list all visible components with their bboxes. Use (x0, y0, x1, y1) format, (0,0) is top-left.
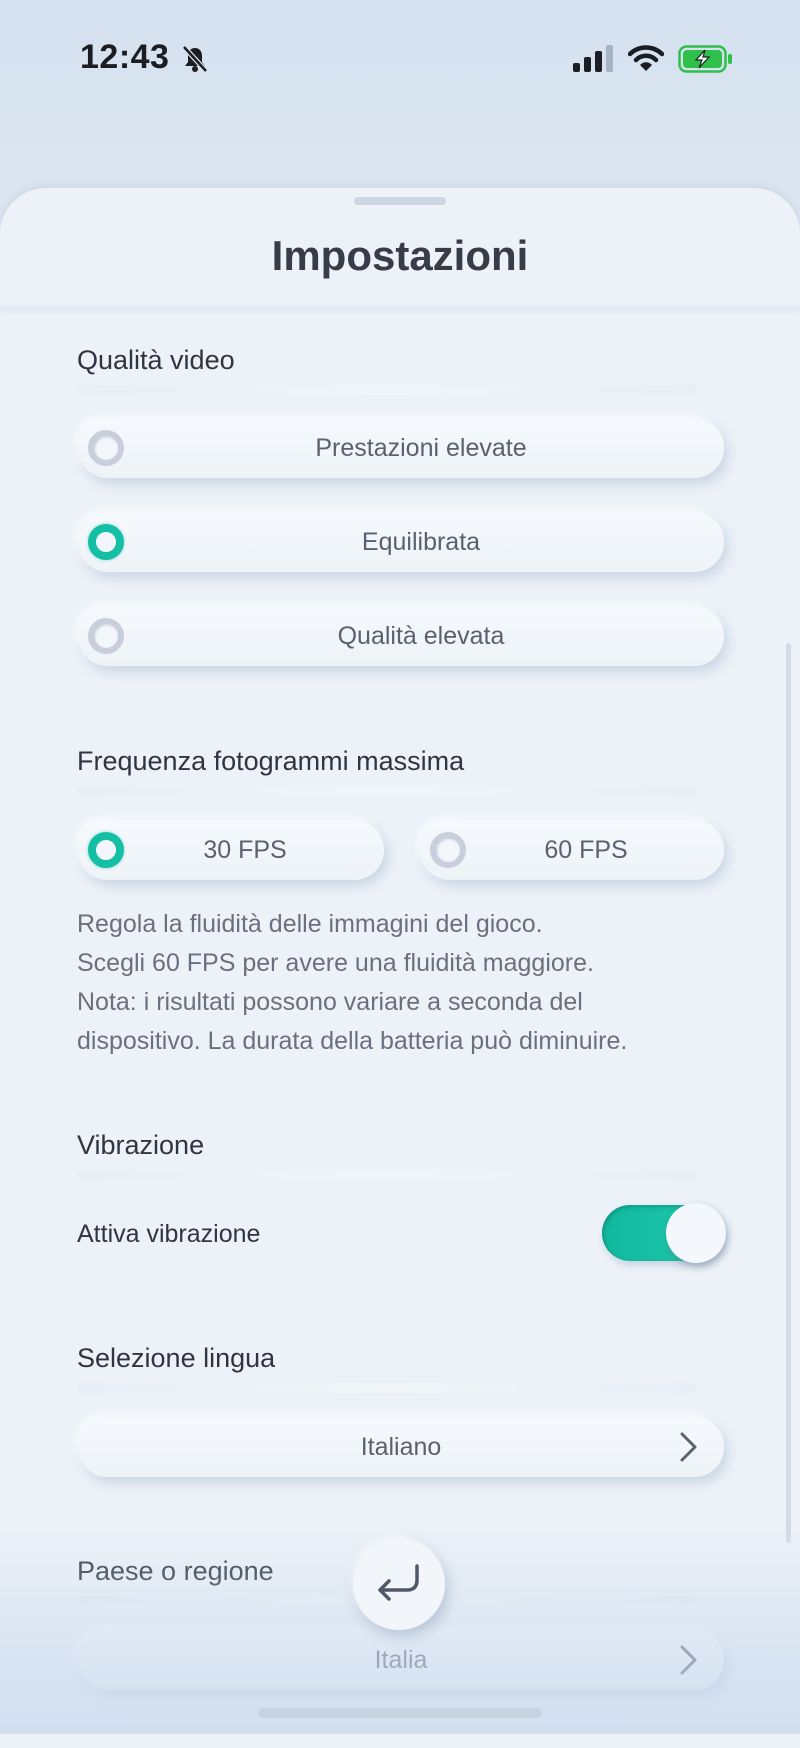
settings-content: Qualità video Prestazioni elevate Equili… (0, 0, 800, 1734)
option-60-fps[interactable]: 60 FPS (420, 820, 724, 880)
return-arrow-icon (378, 1564, 419, 1601)
language-title: Selezione lingua (77, 1343, 276, 1373)
section-divider (77, 385, 697, 395)
vibration-title: Vibrazione (77, 1130, 205, 1160)
language-value: Italiano (360, 1433, 442, 1461)
option-balanced[interactable]: Equilibrata (78, 512, 724, 572)
region-value: Italia (374, 1646, 428, 1674)
toggle-knob[interactable] (666, 1203, 726, 1263)
option-label: Equilibrata (361, 528, 481, 556)
option-label: Qualità elevata (337, 622, 505, 650)
section-divider (77, 786, 697, 796)
language-selector[interactable]: Italiano (78, 1417, 724, 1477)
back-button[interactable] (353, 1538, 445, 1630)
option-label: 30 FPS (203, 836, 287, 864)
chevron-right-icon (680, 1432, 697, 1462)
option-label: Prestazioni elevate (315, 434, 527, 462)
frame-rate-description: Regola la fluidità delle immagini del gi… (77, 905, 727, 1061)
section-divider (77, 1170, 697, 1180)
vibration-toggle-label: Attiva vibrazione (77, 1220, 261, 1248)
option-high-performance[interactable]: Prestazioni elevate (78, 418, 724, 478)
description-line: Nota: i risultati possono variare a seco… (77, 988, 583, 1016)
option-high-quality[interactable]: Qualità elevata (78, 606, 724, 666)
option-label: 60 FPS (544, 836, 628, 864)
frame-rate-title: Frequenza fotogrammi massima (77, 746, 465, 776)
description-line: dispositivo. La durata della batteria pu… (77, 1027, 628, 1055)
region-selector[interactable]: Italia (78, 1630, 724, 1690)
chevron-right-icon (680, 1645, 697, 1675)
video-quality-title: Qualità video (77, 345, 235, 375)
section-divider (77, 1383, 697, 1393)
region-title: Paese o regione (77, 1556, 274, 1586)
description-line: Regola la fluidità delle immagini del gi… (77, 910, 543, 938)
option-30-fps[interactable]: 30 FPS (78, 820, 384, 880)
description-line: Scegli 60 FPS per avere una fluidità mag… (77, 949, 594, 977)
home-indicator[interactable] (258, 1708, 542, 1718)
